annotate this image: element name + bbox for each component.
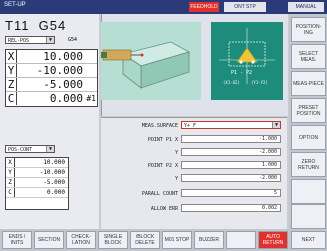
- axis-label: X: [6, 50, 17, 63]
- point-p1-y-input[interactable]: -2.000: [181, 148, 281, 156]
- cont-select-value: POS-CONT: [8, 147, 33, 153]
- field-label: PARALL COUNT: [141, 191, 178, 197]
- chevron-down-icon: ▼: [272, 122, 280, 128]
- softkey-check-lation[interactable]: CHECK- LATION: [66, 231, 96, 249]
- softkey-m01-stop[interactable]: M01 STOP: [162, 231, 192, 249]
- axis-value: -5.000: [43, 179, 65, 186]
- axis-value: 10.000: [43, 159, 65, 166]
- coord-offset-label: G54: [68, 37, 78, 43]
- cont-row-c: C 0.000: [6, 188, 68, 198]
- axis-label: Y: [6, 168, 15, 177]
- softkey-empty[interactable]: [226, 231, 256, 249]
- point-diff-label: P1 - P2: [231, 70, 253, 76]
- workpiece-illustration: [101, 22, 201, 100]
- cont-row-x: X 10.000: [6, 158, 68, 168]
- field-label: POINT P1 X: [147, 137, 178, 143]
- option-button[interactable]: OPTION: [291, 125, 326, 150]
- softkey-ends-inits[interactable]: ENDS / INITS: [2, 231, 32, 249]
- positioning-button[interactable]: POSITION- ING: [291, 17, 326, 42]
- side-empty-button-1[interactable]: [291, 179, 326, 204]
- mode-title: SET-UP: [4, 2, 26, 8]
- position-table: X 10.000 Y -10.000 Z -5.000 C 0.000 #1: [5, 49, 98, 107]
- meas-piece-button[interactable]: MEAS-PIECE: [291, 71, 326, 96]
- position-row-c: C 0.000 #1: [6, 92, 97, 106]
- work-offset: G54: [38, 18, 67, 33]
- point-p2-x-input[interactable]: 1.000: [181, 161, 281, 169]
- field-label: Y: [174, 150, 178, 156]
- softkey-block-delete[interactable]: /BLOCK DELETE: [130, 231, 160, 249]
- softkey-section[interactable]: SECTION: [34, 231, 64, 249]
- softkey-single-block[interactable]: SINGLE BLOCK: [98, 231, 128, 249]
- title-bar: SET-UP FEEDHOLD ONT STP MANUAL: [0, 0, 327, 14]
- x-diff-label: (X1-X2): [223, 80, 240, 85]
- zero-return-button[interactable]: ZERO RETURN: [291, 152, 326, 177]
- y-diff-label: (Y1-Y2): [251, 80, 268, 85]
- cont-select[interactable]: POS-CONT ▼: [5, 145, 55, 153]
- parall-count-input[interactable]: 5: [181, 189, 281, 197]
- coord-select[interactable]: REL-POS ▼: [5, 36, 55, 44]
- probe-diagram-drawing: [219, 28, 275, 84]
- point-p2-y-input[interactable]: -2.000: [181, 174, 281, 182]
- cont-position-table: X 10.000 Y -10.000 Z -5.000 C 0.000: [5, 157, 69, 210]
- softkey-buzzer[interactable]: BUZZER: [194, 231, 224, 249]
- position-row-y: Y -10.000: [6, 64, 97, 78]
- axis-label: Z: [6, 78, 17, 91]
- field-label: ALLOW ERR: [150, 206, 178, 212]
- tool-header: T11 G54: [5, 18, 66, 33]
- coord-select-value: REL-POS: [8, 38, 30, 44]
- allow-err-input[interactable]: 0.002: [181, 204, 281, 212]
- axis-value: -10.000: [39, 169, 65, 176]
- cont-row-y: Y -10.000: [6, 168, 68, 178]
- meas-surface-label: MEAS.SURFACE: [141, 123, 178, 129]
- meas-surface-value: Y+ F: [184, 123, 197, 129]
- tool-number: T11: [5, 18, 30, 33]
- stop-status-badge: ONT STP: [224, 2, 266, 12]
- probe-diagram: P1 - P2 (X1-X2) (Y1-Y2): [211, 22, 283, 100]
- axis-label: C: [6, 188, 15, 197]
- softkey-next[interactable]: NEXT: [291, 231, 326, 249]
- position-row-z: Z -5.000: [6, 78, 97, 92]
- feedhold-status-badge: FEEDHOLD: [189, 2, 219, 12]
- axis-suffix: #1: [86, 94, 96, 103]
- point-p1-x-input[interactable]: -1.000: [181, 135, 281, 143]
- field-label: POINT P2 X: [147, 163, 178, 169]
- preset-position-button[interactable]: PRESET POSITION: [291, 98, 326, 123]
- axis-value: 0.000: [49, 92, 83, 105]
- axis-label: X: [6, 158, 15, 167]
- axis-value: 0.000: [46, 189, 65, 196]
- select-meas-button[interactable]: SELECT MEAS.: [291, 44, 326, 69]
- axis-value: -10.000: [36, 64, 83, 77]
- position-row-x: X 10.000: [6, 50, 97, 64]
- side-empty-button-2[interactable]: [291, 204, 326, 229]
- field-label: Y: [174, 176, 178, 182]
- axis-value: -5.000: [43, 78, 83, 91]
- axis-label: Z: [6, 178, 15, 187]
- meas-surface-select[interactable]: Y+ F ▼: [181, 121, 281, 129]
- manual-mode-badge: MANUAL: [288, 2, 324, 12]
- softkey-auto-return[interactable]: AUTO RETURN: [258, 231, 288, 249]
- chevron-down-icon: ▼: [46, 146, 54, 152]
- workpiece-drawing: [101, 41, 191, 89]
- cont-row-z: Z -5.000: [6, 178, 68, 188]
- chevron-down-icon: ▼: [46, 37, 54, 43]
- axis-label: Y: [6, 64, 17, 77]
- axis-label: C: [6, 92, 17, 105]
- axis-value: 10.000: [43, 50, 83, 63]
